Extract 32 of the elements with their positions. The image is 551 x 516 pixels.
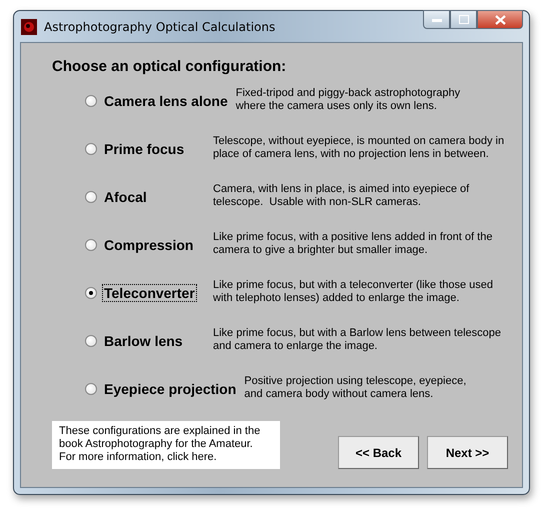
radio-option[interactable]: Camera lens alone — [85, 92, 230, 110]
radio-button[interactable] — [85, 95, 97, 107]
option-description: Fixed-tripod and piggy-back astrophotography where the camera uses only its own lens. — [236, 87, 460, 113]
radio-button[interactable] — [85, 335, 97, 347]
maximize-button[interactable] — [450, 10, 477, 29]
window-title: Astrophotography Optical Calculations — [44, 20, 276, 34]
close-button[interactable] — [477, 10, 523, 29]
option-description: Telescope, without eyepiece, is mounted on camera body in place of camera lens, with no projection lens in between. — [213, 135, 504, 161]
minimize-button[interactable] — [423, 10, 450, 29]
minimize-icon — [432, 18, 442, 22]
nav-button[interactable]: << Back — [338, 436, 419, 469]
radio-option[interactable]: Eyepiece projection — [85, 380, 238, 398]
radio-button[interactable] — [85, 287, 97, 299]
radio-button[interactable] — [85, 191, 97, 203]
option-description: Like prime focus, with a positive lens added in front of the camera to give a brighter but smaller image. — [213, 231, 492, 257]
info-link-box[interactable]: These configurations are explained in the book Astrophotography for the Amateur. For more information, click here. — [52, 421, 280, 469]
radio-option[interactable]: Compression — [85, 236, 207, 254]
heading: Choose an optical configuration: — [52, 58, 288, 75]
option-description: Like prime focus, but with a Barlow lens between telescope and camera to enlarge the image. — [213, 327, 501, 353]
radio-button[interactable] — [85, 383, 97, 395]
radio-button[interactable] — [85, 239, 97, 251]
radio-option[interactable]: Barlow lens — [85, 332, 207, 350]
nav-button[interactable]: Next >> — [427, 436, 508, 469]
radio-button[interactable] — [85, 143, 97, 155]
option-description: Like prime focus, but with a teleconverter (like those used with telephoto lenses) added to enlarge the image. — [213, 279, 494, 305]
close-icon — [494, 14, 506, 24]
radio-option[interactable]: Afocal — [85, 188, 207, 206]
option-description: Positive projection using telescope, eyepiece, and camera body without camera lens. — [244, 375, 466, 401]
app-icon — [21, 18, 37, 34]
option-description: Camera, with lens in place, is aimed into eyepiece of telescope. Usable with non-SLR cameras. — [213, 183, 470, 209]
maximize-icon — [458, 15, 468, 24]
radio-option[interactable]: Prime focus — [85, 140, 207, 158]
